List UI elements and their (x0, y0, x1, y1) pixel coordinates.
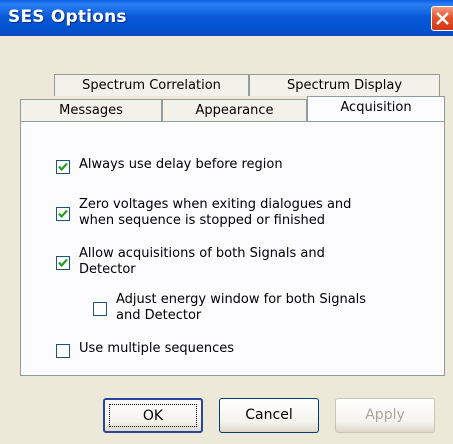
tab-label: Spectrum Display (286, 78, 403, 93)
allow-signals-detector-checkbox[interactable] (56, 256, 70, 270)
check-icon (58, 209, 68, 219)
option-zero-voltages[interactable]: Zero voltages when exiting dialogues and… (56, 197, 351, 229)
tab-acquisition[interactable]: Acquisition (307, 96, 445, 121)
option-label: Zero voltages when exiting dialogues and (79, 197, 352, 212)
tab-spectrum-correlation[interactable]: Spectrum Correlation (54, 74, 249, 96)
multiple-sequences-checkbox[interactable] (56, 344, 70, 358)
option-allow-signals-detector[interactable]: Allow acquisitions of both Signals and D… (56, 246, 325, 278)
apply-button[interactable]: Apply (335, 398, 435, 433)
option-label: Detector (79, 262, 136, 277)
tab-label: Appearance (195, 103, 274, 118)
focus-rect (109, 404, 197, 427)
cancel-button[interactable]: Cancel (219, 398, 319, 433)
tab-label: Messages (59, 103, 123, 118)
always-delay-checkbox[interactable] (56, 160, 70, 174)
title-bar: SES Options (0, 0, 453, 36)
window-title: SES Options (8, 7, 127, 27)
tab-spectrum-display[interactable]: Spectrum Display (249, 74, 440, 96)
option-always-delay[interactable]: Always use delay before region (56, 157, 283, 174)
option-label: and Detector (116, 308, 202, 323)
option-label: Always use delay before region (79, 157, 283, 172)
tab-appearance[interactable]: Appearance (162, 99, 307, 121)
option-adjust-energy-window[interactable]: Adjust energy window for both Signals an… (93, 292, 366, 324)
check-icon (58, 258, 68, 268)
cancel-label: Cancel (245, 407, 293, 423)
acquisition-panel: Always use delay before region Zero volt… (20, 121, 445, 376)
tab-label: Acquisition (340, 100, 412, 115)
adjust-energy-window-checkbox[interactable] (93, 302, 107, 316)
option-label: Allow acquisitions of both Signals and (79, 246, 325, 261)
check-icon (58, 162, 68, 172)
option-label: Use multiple sequences (79, 341, 235, 356)
zero-voltages-checkbox[interactable] (56, 207, 70, 221)
tab-label: Spectrum Correlation (82, 78, 221, 93)
tab-messages[interactable]: Messages (20, 99, 162, 121)
ok-button[interactable]: OK (103, 398, 203, 433)
option-label: when sequence is stopped or finished (79, 213, 325, 228)
option-multiple-sequences[interactable]: Use multiple sequences (56, 341, 234, 358)
close-button[interactable] (431, 6, 453, 31)
option-label: Adjust energy window for both Signals (116, 292, 367, 307)
close-icon (436, 12, 449, 25)
apply-label: Apply (365, 407, 405, 423)
